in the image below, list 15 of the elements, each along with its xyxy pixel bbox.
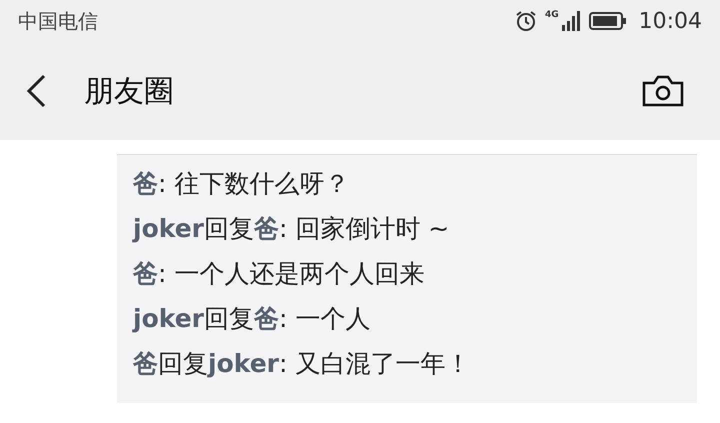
network-label: 4G: [544, 11, 559, 20]
camera-icon: [642, 75, 684, 107]
back-icon: [26, 74, 46, 108]
camera-button[interactable]: [642, 75, 684, 107]
carrier-name: 中国电信: [18, 8, 98, 35]
battery-icon: [588, 12, 627, 30]
comment: 爸: 往下数什么呀？: [133, 168, 350, 200]
comment: joker回复爸: 回家倒计时 ~: [133, 213, 450, 245]
page-title: 朋友圈: [84, 72, 174, 110]
comment: 爸: 一个人还是两个人回来: [133, 258, 426, 290]
comment: joker回复爸: 一个人: [133, 303, 372, 335]
signal-icon: [560, 11, 581, 31]
comment: 爸回复joker: 又白混了一年！: [133, 348, 472, 380]
clock-time: 10:04: [638, 8, 702, 36]
alarm-clock-icon: [514, 10, 537, 32]
